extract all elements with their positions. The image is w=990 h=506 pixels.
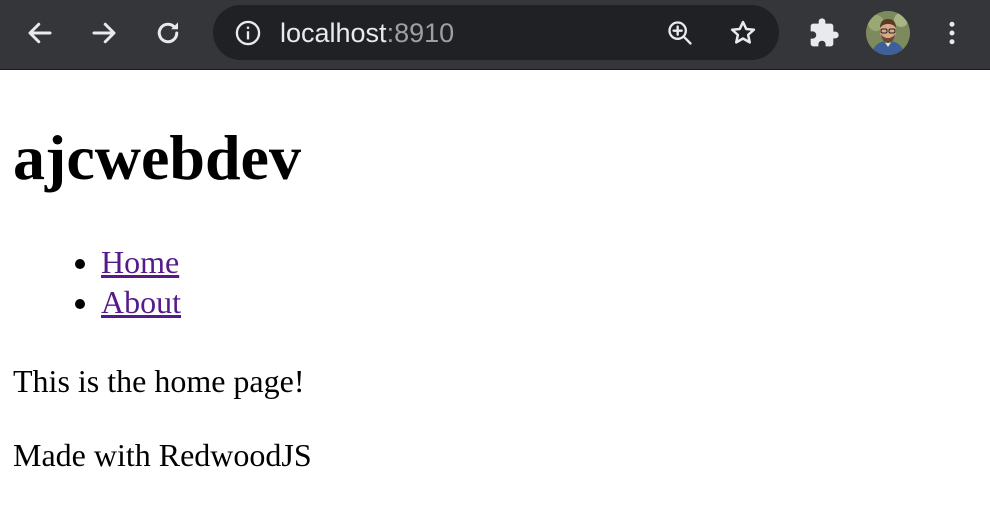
puzzle-icon [810,18,839,47]
arrow-right-icon [92,22,116,44]
home-page-text: This is the home page! [13,363,305,399]
back-button[interactable] [20,13,60,53]
zoom-button[interactable] [665,18,695,48]
url-text[interactable]: localhost:8910 [280,18,454,48]
address-bar[interactable]: localhost:8910 [213,5,779,60]
nav-item-home: Home [101,242,181,282]
site-info-button[interactable] [233,18,263,48]
zoom-in-icon [668,21,692,45]
star-icon [730,20,756,44]
info-icon [235,20,261,46]
page-content: ajcwebdev Home About This is the home pa… [0,70,990,506]
nav-link-about[interactable]: About [101,284,181,320]
extensions-button[interactable] [804,13,844,53]
url-host: localhost [280,18,387,48]
avatar-photo-icon [866,11,910,55]
url-port: :8910 [386,18,455,48]
arrow-left-icon [28,22,52,44]
nav-link-home[interactable]: Home [101,244,179,280]
profile-avatar[interactable] [866,11,910,55]
reload-button[interactable] [148,13,188,53]
site-nav: Home About [101,242,181,322]
footer-text: Made with RedwoodJS [13,437,312,473]
browser-menu-button[interactable] [932,13,972,53]
kebab-menu-icon [949,21,955,45]
browser-toolbar: localhost:8910 [0,0,990,70]
site-title: ajcwebdev [13,122,301,193]
bookmark-button[interactable] [728,18,758,48]
nav-item-about: About [101,282,181,322]
reload-icon [157,22,179,44]
forward-button[interactable] [84,13,124,53]
